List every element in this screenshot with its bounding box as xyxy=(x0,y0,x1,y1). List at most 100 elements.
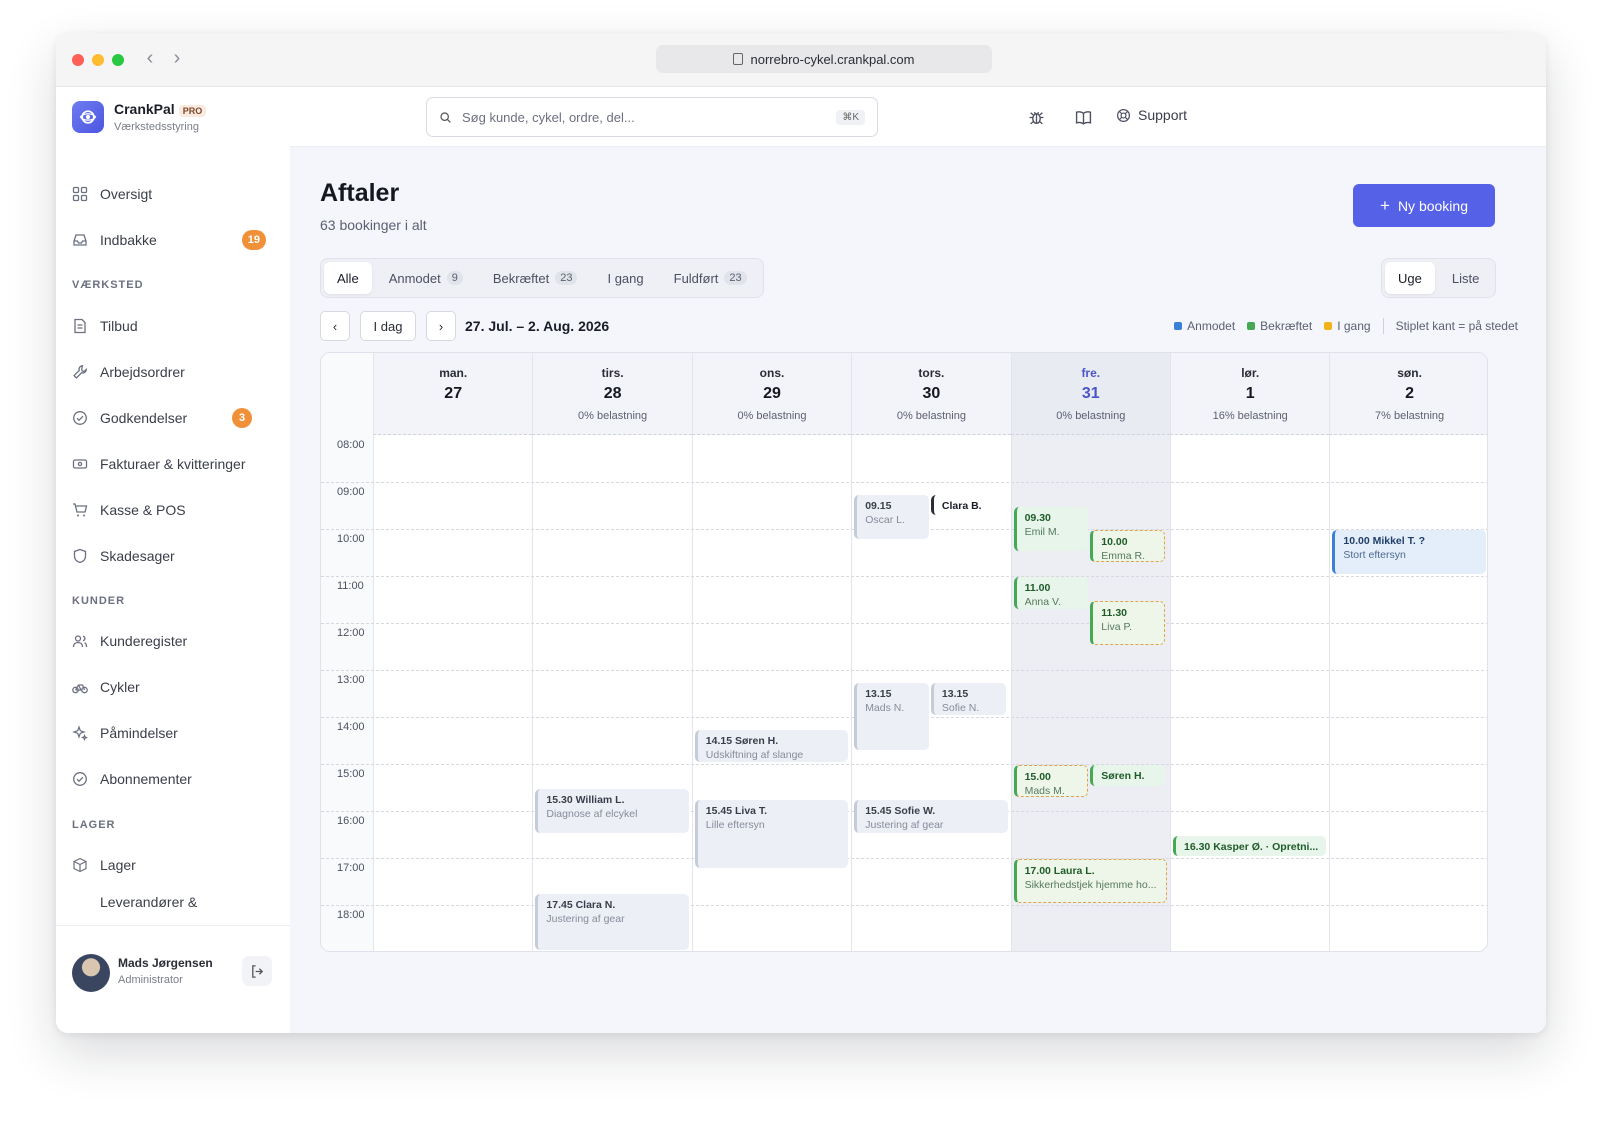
brand[interactable]: CrankPal PRO Værkstedsstyring xyxy=(72,101,207,133)
appointment-card[interactable]: 15.45 Liva T. Lille eftersyn xyxy=(694,800,849,868)
search-box[interactable]: Søg kunde, cykel, ordre, del... ⌘K xyxy=(426,97,878,137)
forward-arrow-icon[interactable]: › xyxy=(167,47,187,70)
search-input[interactable]: Søg kunde, cykel, ordre, del... xyxy=(462,110,635,125)
appointment-card[interactable]: 11.30 Liva P. xyxy=(1090,600,1165,645)
sidebar-item-indbakke[interactable]: Indbakke 19 xyxy=(72,223,274,257)
sidebar-item-abonnementer[interactable]: Abonnementer xyxy=(72,762,274,796)
sidebar-item-kasse-pos[interactable]: Kasse & POS xyxy=(72,493,274,527)
appointment-card[interactable]: 17.00 Laura L. Sikkerhedstjek hjemme ho..… xyxy=(1013,859,1167,903)
day-name: tirs. xyxy=(601,366,624,380)
browser-window: ‹ › norrebro-cykel.crankpal.com CrankPal… xyxy=(56,33,1546,1033)
sidebar-item-arbejdsordrer[interactable]: Arbejdsordrer xyxy=(72,355,274,389)
day-header: tors. 30 0% belastning xyxy=(851,353,1011,435)
day-name: man. xyxy=(439,366,468,380)
sidebar-item-oversigt[interactable]: Oversigt xyxy=(72,177,274,211)
sidebar-item-paamindelser[interactable]: Påmindelser xyxy=(72,716,274,750)
user-role: Administrator xyxy=(118,974,183,986)
appointment-card[interactable]: 14.15 Søren H. Udskiftning af slange xyxy=(694,729,849,762)
appointment-card[interactable]: 09.30 Emil M. xyxy=(1013,506,1089,551)
day-number: 31 xyxy=(1081,385,1100,402)
maximize-window-button[interactable] xyxy=(112,54,124,66)
appointment-card[interactable]: 09.15 Oscar L. xyxy=(854,494,929,539)
prev-week-button[interactable]: ‹ xyxy=(320,311,350,341)
day-column[interactable] xyxy=(691,435,851,951)
filter-tab-fuldfoert[interactable]: Fuldført 23 xyxy=(661,262,760,294)
sidebar-item-label: Lager xyxy=(100,857,136,873)
appointment-subtitle: Justering af gear xyxy=(546,913,625,926)
docs-button[interactable] xyxy=(1073,107,1093,127)
hour-line xyxy=(321,482,1487,483)
page-title: Aftaler xyxy=(320,179,400,207)
filter-tab-anmodet[interactable]: Anmodet 9 xyxy=(376,262,476,294)
next-week-button[interactable]: › xyxy=(426,311,456,341)
hour-line xyxy=(321,670,1487,671)
legend-swatch xyxy=(1324,322,1333,330)
sidebar-item-cykler[interactable]: Cykler xyxy=(72,670,274,704)
filter-tab-i-gang[interactable]: I gang xyxy=(594,262,656,294)
view-tab-uge[interactable]: Uge xyxy=(1385,262,1435,294)
document-icon xyxy=(74,318,86,334)
today-button[interactable]: I dag xyxy=(360,311,416,341)
appointment-subtitle: Lille eftersyn xyxy=(705,819,765,832)
filter-tab-alle[interactable]: Alle xyxy=(324,262,372,294)
sidebar-item-skadesager[interactable]: Skadesager xyxy=(72,539,274,573)
sidebar-item-label: Leverandører & xyxy=(100,894,198,907)
appointment-card[interactable]: 15.30 William L. Diagnose af elcykel xyxy=(535,788,689,833)
appointment-card[interactable]: Clara B. xyxy=(930,494,1006,516)
appointment-title: 15.45 Liva T. xyxy=(705,805,768,818)
appointment-card[interactable]: 13.15 Sofie N. xyxy=(930,682,1006,715)
support-link[interactable]: Support xyxy=(1116,107,1187,123)
day-header: lør. 1 16% belastning xyxy=(1170,353,1330,435)
appointment-card[interactable]: 10.00 Mikkel T. ? Stort eftersyn xyxy=(1332,530,1486,574)
avatar[interactable] xyxy=(72,954,110,992)
view-tab-label: Liste xyxy=(1451,270,1480,286)
check-circle-icon xyxy=(73,772,87,786)
appointment-card[interactable]: 10.00 Emma R. xyxy=(1090,530,1165,563)
appointment-title: 15.00 xyxy=(1024,771,1051,783)
sidebar: CrankPal PRO Værkstedsstyring Oversigt In… xyxy=(56,87,290,1033)
day-column[interactable] xyxy=(1329,435,1487,951)
sidebar-item-leverandoerer[interactable]: Leverandører & xyxy=(72,894,274,907)
sidebar-item-tilbud[interactable]: Tilbud xyxy=(72,309,274,343)
address-bar[interactable]: norrebro-cykel.crankpal.com xyxy=(656,45,992,73)
main-content: Aftaler 63 bookinger i alt + Ny booking … xyxy=(290,147,1546,1033)
hour-label: 16:00 xyxy=(337,815,365,827)
filter-count: 23 xyxy=(724,271,747,285)
close-window-button[interactable] xyxy=(72,54,84,66)
appointment-card[interactable]: Søren H. xyxy=(1090,765,1165,786)
day-column[interactable] xyxy=(1170,435,1329,951)
shield-icon xyxy=(73,548,87,564)
appointment-card[interactable]: 11.00 Anna V. xyxy=(1013,577,1089,610)
view-tab-liste[interactable]: Liste xyxy=(1439,262,1492,294)
sidebar-item-godkendelser[interactable]: Godkendelser 3 xyxy=(72,401,274,435)
day-column[interactable] xyxy=(532,435,691,951)
appointment-card[interactable]: 15.45 Sofie W. Justering af gear xyxy=(854,800,1008,833)
logout-button[interactable] xyxy=(242,956,272,986)
check-circle-icon xyxy=(73,411,87,425)
back-arrow-icon[interactable]: ‹ xyxy=(140,47,160,70)
sidebar-item-lager[interactable]: Lager xyxy=(72,848,274,882)
day-column[interactable] xyxy=(373,435,532,951)
brand-name: CrankPal xyxy=(114,101,175,117)
hour-line xyxy=(321,905,1487,906)
appointment-subtitle: Udskiftning af slange xyxy=(705,748,804,761)
hour-line xyxy=(321,764,1487,765)
filter-tab-bekraeftet[interactable]: Bekræftet 23 xyxy=(480,262,591,294)
day-load: 0% belastning xyxy=(737,410,807,422)
legend-label: I gang xyxy=(1337,319,1371,333)
search-shortcut: ⌘K xyxy=(836,109,865,125)
filter-tab-label: Anmodet xyxy=(388,270,441,286)
appointment-card[interactable]: 15.00 Mads M. xyxy=(1013,765,1089,798)
appointment-card[interactable]: 16.30 Kasper Ø. · Opretni... xyxy=(1173,835,1327,856)
sidebar-item-fakturaer[interactable]: Fakturaer & kvitteringer xyxy=(72,447,274,481)
minimize-window-button[interactable] xyxy=(92,54,104,66)
user-name: Mads Jørgensen xyxy=(118,956,213,970)
sidebar-item-label: Cykler xyxy=(100,679,140,695)
bug-report-button[interactable] xyxy=(1026,107,1046,127)
day-load: 0% belastning xyxy=(896,410,966,422)
appointment-title: 09.15 xyxy=(865,499,892,512)
sidebar-item-kunderegister[interactable]: Kunderegister xyxy=(72,624,274,658)
appointment-card[interactable]: 13.15 Mads N. xyxy=(854,682,929,751)
appointment-card[interactable]: 17.45 Clara N. Justering af gear xyxy=(535,894,689,950)
new-booking-button[interactable]: + Ny booking xyxy=(1353,184,1495,227)
